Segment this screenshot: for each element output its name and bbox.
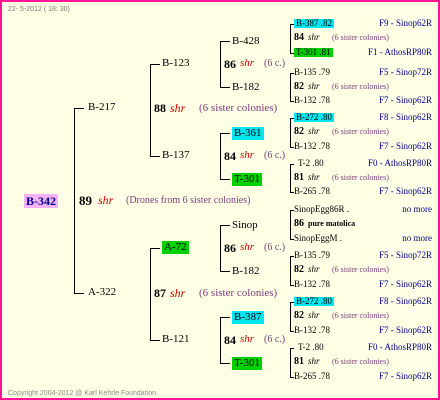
g5-3-r3: F7 - Sinop62R <box>378 186 432 196</box>
g2-b217-note: (6 sister colonies) <box>199 102 278 114</box>
g2-a322-note: (6 sister colonies) <box>199 287 278 299</box>
copyright: Copyright 2004-2012 @ Karl Kehrle Founda… <box>8 390 158 397</box>
g5-1-a: B-135 .79 <box>294 67 330 77</box>
g2-a322-shr: shr <box>170 286 186 300</box>
g5-3-c: (6 sister colonies) <box>332 173 389 182</box>
g5-7-shr: shr <box>308 356 320 366</box>
g5-6-shr: shr <box>308 310 320 320</box>
g3-b121-shr: shr <box>240 333 255 345</box>
g5-4-r1: no more <box>402 204 432 214</box>
g5-5-c: (6 sister colonies) <box>332 265 389 274</box>
g3-b123-shr: shr <box>240 57 255 69</box>
g5-6-r3: F7 - Sinop62R <box>378 325 432 335</box>
g5-6-d: B-132 .78 <box>294 325 330 335</box>
g4-t301a: T-301 <box>232 173 262 186</box>
g5-0-a: B-387 .82 <box>294 18 334 28</box>
g3-b121: B-121 <box>162 333 190 345</box>
g5-4-c: pure matolica <box>308 219 356 228</box>
g5-4-d: SinopEggM . <box>294 233 343 243</box>
g3-a72-note: (6 c.) <box>264 242 286 253</box>
g5-5-r1: F5 - Sinop72R <box>378 250 432 260</box>
g5-1-r1: F5 - Sinop72R <box>378 67 432 77</box>
root-number: 89 <box>79 193 92 208</box>
g4-sinop: Sinop <box>232 219 258 231</box>
g2-b217-number: 88 <box>154 101 166 115</box>
g5-7-r3: F7 - Sinop62R <box>378 371 432 381</box>
g5-3-a: T-2 .80 <box>298 158 324 168</box>
g5-5-d: B-132 .78 <box>294 279 330 289</box>
g5-0-c: (6 sister colonies) <box>332 33 389 42</box>
g5-7-b: 81 <box>294 356 304 367</box>
g5-1-shr: shr <box>308 81 320 91</box>
root-bracket <box>74 108 75 293</box>
g2-b217: B-217 <box>88 101 116 113</box>
g5-1-r3: F7 - Sinop62R <box>378 95 432 105</box>
g5-7-d: B-265 .78 <box>294 371 330 381</box>
g5-3-r1: F0 - AthosRP80R <box>367 158 432 168</box>
g5-3-d: B-265 .78 <box>294 186 330 196</box>
pedigree-panel: 22- 5-2012 ( 18: 30) Copyright 2004-2012… <box>0 0 440 400</box>
g4-b182a: B-182 <box>232 81 260 93</box>
g5-7-c: (6 sister colonies) <box>332 357 389 366</box>
g5-5-shr: shr <box>308 264 320 274</box>
g3-b121-note: (6 c.) <box>264 334 286 345</box>
g5-0-b: 84 <box>294 32 304 43</box>
g4-b387: B-387 <box>232 311 264 324</box>
g5-4-b: 86 <box>294 218 304 229</box>
g5-2-r3: F7 - Sinop62R <box>378 141 432 151</box>
g3-b123: B-123 <box>162 57 190 69</box>
g4-t301b: T-301 <box>232 357 262 370</box>
g5-2-c: (6 sister colonies) <box>332 127 389 136</box>
date-stamp: 22- 5-2012 ( 18: 30) <box>8 6 70 13</box>
g5-1-c: (6 sister colonies) <box>332 82 389 91</box>
root-shr: shr <box>98 193 114 207</box>
g5-0-d: T-301 .81 <box>294 47 333 57</box>
g5-6-b: 82 <box>294 310 304 321</box>
g3-b137-number: 84 <box>224 149 236 163</box>
g5-2-b: 82 <box>294 126 304 137</box>
g5-4-r3: no more <box>402 233 432 243</box>
g5-2-shr: shr <box>308 126 320 136</box>
g3-a72-number: 86 <box>224 241 236 255</box>
g3-a72: A-72 <box>162 241 189 254</box>
root-note: (Drones from 6 sister colonies) <box>126 195 251 206</box>
g5-7-a: T-2 .80 <box>298 342 324 352</box>
g5-3-shr: shr <box>308 172 320 182</box>
g5-0-shr: shr <box>308 32 320 42</box>
g2-b217-shr: shr <box>170 101 186 115</box>
g5-7-r1: F0 - AthosRP80R <box>367 342 432 352</box>
g5-4-a: SinopEgg86R . <box>294 204 350 214</box>
g5-2-d: B-132 .78 <box>294 141 330 151</box>
g5-2-a: B-272 .80 <box>294 112 334 122</box>
g5-0-r1: F9 - Sinop62R <box>378 18 432 28</box>
g3-a72-shr: shr <box>240 241 255 253</box>
g4-b428: B-428 <box>232 35 260 47</box>
g5-3-b: 81 <box>294 172 304 183</box>
g3-b137-note: (6 c.) <box>264 150 286 161</box>
g5-6-a: B-272 .80 <box>294 296 334 306</box>
g4-b182b: B-182 <box>232 265 260 277</box>
g2-a322: A-322 <box>88 286 117 298</box>
g5-2-r1: F8 - Sinop62R <box>378 112 432 122</box>
g5-5-r3: F7 - Sinop62R <box>378 279 432 289</box>
g3-b123-note: (6 c.) <box>264 58 286 69</box>
g3-b121-number: 84 <box>224 333 236 347</box>
g5-0-r3: F1 - AthosRP80R <box>367 47 432 57</box>
g3-b137: B-137 <box>162 149 190 161</box>
g5-6-r1: F8 - Sinop62R <box>378 296 432 306</box>
g5-5-b: 82 <box>294 264 304 275</box>
g2-a322-number: 87 <box>154 286 166 300</box>
g5-1-d: B-132 .78 <box>294 95 330 105</box>
g3-b123-number: 86 <box>224 57 236 71</box>
g4-b361: B-361 <box>232 127 264 140</box>
g3-b137-shr: shr <box>240 149 255 161</box>
g5-6-c: (6 sister colonies) <box>332 311 389 320</box>
root-queen: B-342 <box>24 194 58 208</box>
g5-5-a: B-135 .79 <box>294 250 330 260</box>
g5-1-b: 82 <box>294 81 304 92</box>
